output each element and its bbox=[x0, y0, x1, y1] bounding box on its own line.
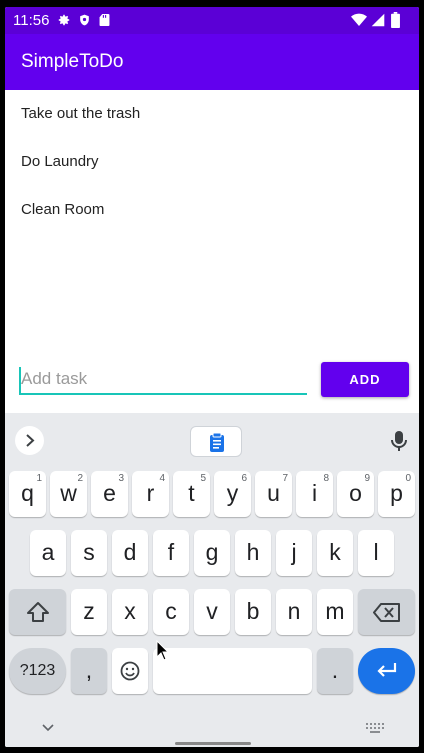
keyboard-toolbar bbox=[5, 413, 419, 457]
key-h[interactable]: h bbox=[235, 530, 271, 576]
chevron-down-icon[interactable] bbox=[41, 723, 55, 733]
backspace-icon bbox=[373, 603, 400, 622]
task-item[interactable]: Clean Room bbox=[5, 186, 419, 234]
key-s[interactable]: s bbox=[71, 530, 107, 576]
phone-screen: 11:56 SimpleToDo Take out the trash Do L… bbox=[5, 7, 419, 747]
gear-icon bbox=[58, 14, 70, 26]
chevron-right-icon[interactable] bbox=[15, 426, 44, 455]
key-i[interactable]: i8 bbox=[296, 471, 333, 517]
key-w[interactable]: w2 bbox=[50, 471, 87, 517]
mic-icon[interactable] bbox=[389, 430, 409, 452]
soft-keyboard: q1 w2 e3 r4 t5 y6 u7 i8 o9 p0 a s d f g … bbox=[5, 413, 419, 747]
key-a[interactable]: a bbox=[30, 530, 66, 576]
app-bar: SimpleToDo bbox=[5, 34, 419, 90]
task-list: Take out the trash Do Laundry Clean Room bbox=[5, 90, 419, 234]
key-l[interactable]: l bbox=[358, 530, 394, 576]
key-q[interactable]: q1 bbox=[9, 471, 46, 517]
clipboard-icon[interactable] bbox=[190, 426, 242, 457]
key-r[interactable]: r4 bbox=[132, 471, 169, 517]
key-p[interactable]: p0 bbox=[378, 471, 415, 517]
key-z[interactable]: z bbox=[71, 589, 107, 635]
battery-icon bbox=[391, 12, 400, 28]
enter-key[interactable] bbox=[358, 648, 415, 694]
key-x[interactable]: x bbox=[112, 589, 148, 635]
key-m[interactable]: m bbox=[317, 589, 353, 635]
key-n[interactable]: n bbox=[276, 589, 312, 635]
key-u[interactable]: u7 bbox=[255, 471, 292, 517]
key-f[interactable]: f bbox=[153, 530, 189, 576]
text-cursor bbox=[19, 367, 21, 393]
app-title: SimpleToDo bbox=[21, 51, 124, 72]
wifi-icon bbox=[351, 13, 367, 26]
key-g[interactable]: g bbox=[194, 530, 230, 576]
key-y[interactable]: y6 bbox=[214, 471, 251, 517]
key-b[interactable]: b bbox=[235, 589, 271, 635]
emoji-icon bbox=[120, 661, 140, 681]
shield-icon bbox=[80, 14, 89, 26]
shift-icon bbox=[27, 602, 49, 622]
add-task-input[interactable] bbox=[19, 365, 307, 395]
task-item[interactable]: Take out the trash bbox=[5, 90, 419, 138]
comma-key[interactable]: , bbox=[71, 648, 107, 694]
key-v[interactable]: v bbox=[194, 589, 230, 635]
key-t[interactable]: t5 bbox=[173, 471, 210, 517]
status-time: 11:56 bbox=[13, 12, 50, 29]
key-k[interactable]: k bbox=[317, 530, 353, 576]
add-button[interactable]: ADD bbox=[321, 362, 409, 397]
task-item[interactable]: Do Laundry bbox=[5, 138, 419, 186]
status-bar: 11:56 bbox=[5, 7, 419, 34]
backspace-key[interactable] bbox=[358, 589, 415, 635]
key-d[interactable]: d bbox=[112, 530, 148, 576]
navigation-bar bbox=[5, 713, 419, 747]
period-key[interactable]: . bbox=[317, 648, 353, 694]
sd-card-icon bbox=[99, 13, 110, 27]
emoji-key[interactable] bbox=[112, 648, 148, 694]
shift-key[interactable] bbox=[9, 589, 66, 635]
home-pill[interactable] bbox=[175, 742, 251, 745]
enter-icon bbox=[377, 663, 397, 677]
key-j[interactable]: j bbox=[276, 530, 312, 576]
symbols-key[interactable]: ?123 bbox=[9, 648, 66, 694]
mouse-pointer-icon bbox=[156, 640, 170, 661]
keyboard-switch-icon[interactable] bbox=[366, 723, 384, 733]
signal-icon bbox=[371, 13, 385, 27]
space-key[interactable] bbox=[153, 648, 312, 694]
key-e[interactable]: e3 bbox=[91, 471, 128, 517]
key-o[interactable]: o9 bbox=[337, 471, 374, 517]
key-c[interactable]: c bbox=[153, 589, 189, 635]
